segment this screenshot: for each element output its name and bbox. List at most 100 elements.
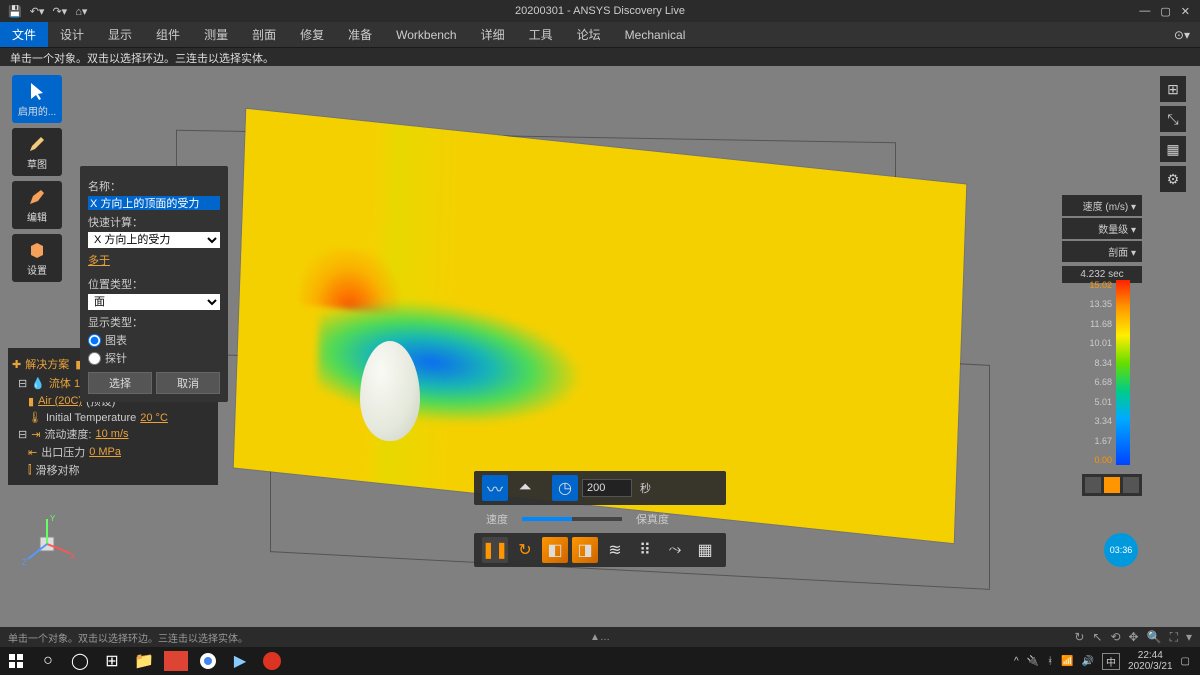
pressure-node[interactable]: 出口压力 [41,444,85,460]
nav-pan-icon[interactable]: ✥ [1129,630,1139,645]
contour-icon[interactable]: ▦ [692,537,718,563]
tray-wifi-icon[interactable]: 📶 [1061,656,1073,667]
menu-repair[interactable]: 修复 [288,22,336,47]
legend-mode-1[interactable] [1085,477,1101,493]
steady-mode-icon[interactable]: ⏶ [512,475,538,501]
tray-power-icon[interactable]: 🔌 [1027,656,1039,667]
menu-prepare[interactable]: 准备 [336,22,384,47]
menu-file[interactable]: 文件 [0,22,48,47]
cortana-button[interactable]: ◯ [64,647,96,675]
nav-home-icon[interactable]: ↻ [1074,630,1084,645]
view-triad[interactable]: Y X Z [18,509,78,569]
status-expand-icon[interactable]: ▲… [590,632,610,643]
name-input[interactable] [88,196,220,210]
menu-detail[interactable]: 详细 [469,22,517,47]
nav-spin-icon[interactable]: ⟲ [1110,630,1120,645]
settings-icon[interactable]: ⚙ [1160,166,1186,192]
start-button[interactable] [0,647,32,675]
selection-filter-icon[interactable]: ⤡ [1160,106,1186,132]
edit-tool[interactable]: 编辑 [12,181,62,229]
velocity-node[interactable]: 流动速度: [44,426,91,442]
tree-expand-icon[interactable]: ⊟ [18,377,27,390]
temp-value[interactable]: 20 °C [140,412,168,424]
qat-undo-icon[interactable]: ↶▾ [30,5,45,18]
tray-ime[interactable]: 中 [1102,653,1120,670]
result-cube1-icon[interactable]: ◧ [542,537,568,563]
temp-node[interactable]: Initial Temperature [46,412,136,424]
menu-tool[interactable]: 工具 [517,22,565,47]
transient-mode-icon[interactable]: 〰 [482,475,508,501]
tray-expand-icon[interactable]: ^ [1014,656,1019,667]
timer-icon[interactable]: ◷ [552,475,578,501]
menu-measure[interactable]: 测量 [192,22,240,47]
legend-colorbar[interactable] [1116,280,1130,465]
solution-header[interactable]: 解决方案 [25,356,69,372]
velocity-value[interactable]: 10 m/s [96,428,129,440]
tree-expand2-icon[interactable]: ⊟ [18,428,27,441]
minimize-button[interactable]: — [1139,5,1150,18]
app1-icon[interactable] [164,651,188,671]
tree-toggle-icon[interactable]: ⊞ [1160,76,1186,102]
close-button[interactable]: ✕ [1181,5,1190,18]
vectors-icon[interactable]: ⤳ [662,537,688,563]
material-node[interactable]: Air (20C) [38,395,82,407]
cancel-button[interactable]: 取消 [156,372,220,394]
streamlines-icon[interactable]: ≋ [602,537,628,563]
tray-notifications-icon[interactable]: ▢ [1181,656,1190,667]
menu-group[interactable]: 组件 [144,22,192,47]
time-input[interactable] [582,479,632,497]
probe-radio[interactable] [88,352,101,365]
setup-tool[interactable]: 设置 [12,234,62,282]
title-bar: 💾 ↶▾ ↷▾ ⌂▾ 20200301 - ANSYS Discovery Li… [0,0,1200,22]
position-select[interactable]: 面 [88,294,220,310]
pause-button[interactable]: ❚❚ [482,537,508,563]
select-button[interactable]: 选择 [88,372,152,394]
tray-clock[interactable]: 22:442020/3/21 [1128,650,1173,672]
legend-val-7: 3.34 [1089,416,1112,426]
legend-val-0: 15.02 [1089,280,1112,290]
sketch-tool[interactable]: 草图 [12,128,62,176]
select-tool[interactable]: 启用的... [12,75,62,123]
tray-bluetooth-icon[interactable]: ᚼ [1047,656,1053,667]
explorer-icon[interactable]: 📁 [128,647,160,675]
menu-forum[interactable]: 论坛 [565,22,613,47]
result-cube2-icon[interactable]: ◨ [572,537,598,563]
menu-section[interactable]: 剖面 [240,22,288,47]
nav-cursor-icon[interactable]: ↖ [1092,630,1102,645]
legend-mode-3[interactable] [1123,477,1139,493]
speed-slider[interactable] [522,517,622,521]
display-dropdown[interactable]: 剖面 ▾ [1062,241,1142,262]
chrome-icon[interactable] [192,647,224,675]
menu-workbench[interactable]: Workbench [384,22,468,47]
calc-select[interactable]: X 方向上的受力 [88,232,220,248]
nav-views-icon[interactable]: ▾ [1186,630,1192,645]
particles-icon[interactable]: ⠿ [632,537,658,563]
restart-button[interactable]: ↻ [512,537,538,563]
menu-mechanical[interactable]: Mechanical [613,22,698,47]
view-grid-icon[interactable]: ▦ [1160,136,1186,162]
display-type-label: 显示类型： [88,314,220,330]
nav-fit-icon[interactable]: ⛶ [1170,630,1178,645]
menu-options-icon[interactable]: ⊙▾ [1174,28,1200,42]
add-solution-icon[interactable]: ✚ [12,358,21,371]
qat-save-icon[interactable]: 💾 [8,5,22,18]
symmetry-node[interactable]: 滑移对称 [36,462,80,478]
menu-display[interactable]: 显示 [96,22,144,47]
more-link[interactable]: 多于 [88,252,110,268]
property-panel: 名称： 快速计算： X 方向上的受力 多于 位置类型： 面 显示类型： 图表 探… [80,166,228,402]
tray-volume-icon[interactable]: 🔊 [1082,656,1094,667]
pressure-value[interactable]: 0 MPa [89,446,121,458]
legend-mode-2[interactable] [1104,477,1120,493]
taskview-button[interactable]: ⊞ [96,647,128,675]
chart-radio[interactable] [88,334,101,347]
qat-home-icon[interactable]: ⌂▾ [75,5,87,18]
app3-icon[interactable] [256,647,288,675]
app2-icon[interactable]: ▶ [224,647,256,675]
search-button[interactable]: ○ [32,647,64,675]
qat-redo-icon[interactable]: ↷▾ [52,5,67,18]
scale-dropdown[interactable]: 数量级 ▾ [1062,218,1142,239]
variable-dropdown[interactable]: 速度 (m/s) ▾ [1062,195,1142,216]
maximize-button[interactable]: ▢ [1160,5,1170,18]
nav-zoom-icon[interactable]: 🔍 [1147,630,1162,645]
menu-design[interactable]: 设计 [48,22,96,47]
